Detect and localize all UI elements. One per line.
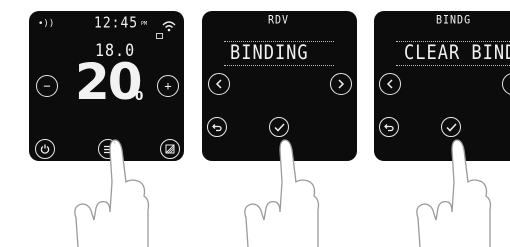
hand-pointer-icon (74, 139, 150, 247)
chevron-right-icon (338, 79, 345, 89)
divider-bottom (224, 65, 334, 66)
clock-ampm: PM (141, 21, 148, 27)
power-button[interactable] (35, 139, 55, 159)
back-button[interactable] (379, 117, 399, 137)
calendar-icon (156, 33, 163, 39)
chevron-left-icon (386, 79, 393, 89)
wifi-icon (162, 17, 176, 36)
increase-button[interactable]: + (157, 75, 179, 97)
chevron-left-icon (215, 79, 222, 89)
previous-button[interactable] (208, 73, 230, 95)
current-temperature: 20 (75, 53, 143, 111)
power-icon (40, 144, 50, 154)
back-arrow-icon (212, 123, 222, 131)
back-arrow-icon (384, 123, 394, 131)
mode-button[interactable] (160, 139, 180, 159)
divider-bottom (396, 65, 510, 66)
decrease-button[interactable]: − (36, 75, 58, 97)
menu-title: RDV (268, 14, 290, 27)
menu-title: BINDG (436, 14, 472, 27)
next-button[interactable] (330, 73, 352, 95)
previous-button[interactable] (379, 73, 401, 95)
clock-time: 12:45 (94, 14, 139, 33)
mode-icon (165, 144, 175, 154)
menu-item-label: CLEAR BIND (404, 41, 510, 65)
current-temperature-decimal: 0 (135, 89, 144, 103)
signal-icon: •)) (38, 19, 55, 29)
hand-pointer-icon (416, 139, 492, 247)
next-button[interactable] (502, 73, 510, 95)
back-button[interactable] (207, 117, 227, 137)
menu-item-label: BINDING (230, 41, 309, 65)
hand-pointer-icon (244, 139, 320, 247)
